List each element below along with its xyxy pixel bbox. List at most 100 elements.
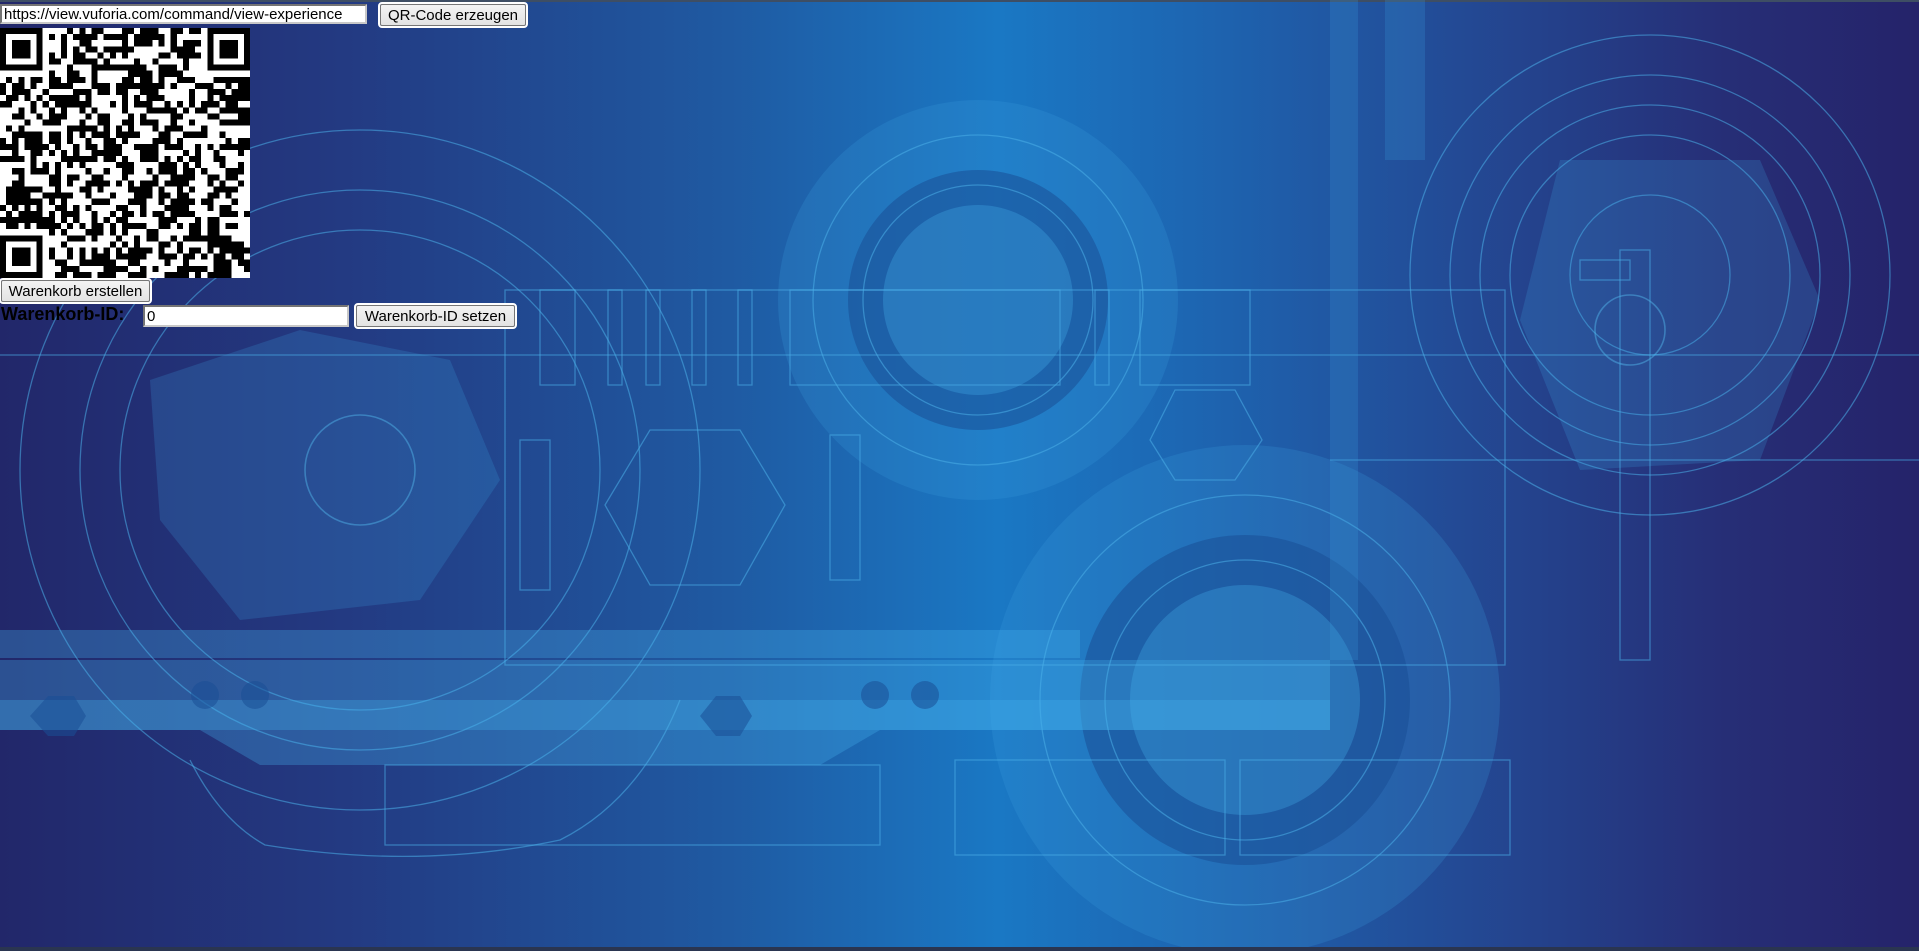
qr-module	[237, 168, 244, 175]
qr-module	[231, 253, 238, 260]
qr-module	[85, 125, 92, 132]
qr-module	[207, 58, 214, 65]
qr-module	[115, 125, 122, 132]
qr-module	[30, 149, 37, 157]
qr-module	[140, 34, 147, 41]
qr-module	[24, 235, 31, 242]
qr-module	[164, 143, 171, 150]
qr-url-input[interactable]	[0, 4, 367, 24]
qr-module	[237, 162, 244, 169]
qr-module	[24, 64, 31, 71]
cart-id-input[interactable]	[143, 305, 349, 327]
qr-module	[103, 113, 110, 120]
qr-module	[18, 131, 25, 138]
qr-module	[243, 28, 250, 35]
qr-module	[164, 131, 171, 138]
qr-module	[207, 34, 214, 41]
qr-module	[97, 88, 104, 96]
qr-module	[158, 95, 165, 102]
qr-module	[54, 259, 61, 266]
qr-module	[176, 137, 183, 144]
generate-qr-code-button[interactable]: QR-Code erzeugen	[378, 2, 528, 28]
qr-module	[24, 223, 31, 230]
qr-module	[207, 247, 214, 254]
qr-module	[60, 52, 68, 59]
qr-module	[48, 217, 55, 224]
create-cart-button[interactable]: Warenkorb erstellen	[0, 278, 152, 304]
qr-module	[30, 143, 37, 150]
qr-module	[36, 198, 43, 205]
qr-module	[103, 271, 110, 278]
qr-module	[18, 168, 25, 175]
qr-module	[103, 156, 110, 163]
qr-module	[164, 70, 171, 77]
qr-module	[219, 162, 226, 169]
qr-module	[18, 259, 25, 266]
qr-module	[30, 64, 37, 71]
qr-module	[30, 137, 37, 144]
qr-module	[231, 101, 238, 108]
qr-module	[128, 113, 135, 120]
qr-module	[243, 210, 250, 218]
qr-module	[97, 198, 104, 205]
qr-module	[24, 137, 31, 144]
qr-module	[12, 137, 19, 144]
qr-module	[128, 162, 135, 169]
qr-module	[182, 64, 190, 71]
qr-module	[231, 46, 238, 53]
qr-module	[12, 168, 19, 175]
qr-module	[91, 174, 98, 181]
qr-module	[243, 34, 250, 41]
qr-module	[30, 131, 37, 138]
qr-module	[18, 88, 25, 96]
qr-module	[60, 107, 68, 114]
qr-module	[243, 95, 250, 102]
qr-module	[121, 28, 129, 35]
qr-module	[158, 107, 165, 114]
qr-module	[152, 174, 159, 181]
qr-module	[6, 95, 13, 102]
qr-module	[48, 52, 55, 59]
qr-module	[85, 46, 92, 53]
set-cart-id-button[interactable]: Warenkorb-ID setzen	[354, 303, 517, 329]
qr-module	[85, 34, 92, 41]
qr-module	[146, 107, 153, 114]
qr-module	[60, 95, 68, 102]
qr-module	[195, 131, 202, 138]
qr-module	[97, 28, 104, 35]
qr-module	[54, 180, 61, 187]
qr-module	[152, 265, 159, 272]
qr-module	[109, 265, 116, 272]
qr-module	[60, 210, 68, 218]
qr-module	[225, 223, 232, 230]
qr-module	[213, 229, 220, 236]
qr-module	[36, 137, 43, 144]
qr-module	[225, 186, 232, 193]
qr-module	[73, 58, 80, 65]
qr-module	[103, 198, 110, 205]
qr-module	[225, 95, 232, 102]
qr-module	[207, 192, 214, 199]
qr-module	[219, 265, 226, 272]
qr-module	[237, 113, 244, 120]
qr-module	[134, 101, 141, 108]
qr-module	[195, 82, 202, 89]
qr-module	[243, 46, 250, 53]
qr-module	[201, 235, 208, 242]
qr-module	[103, 131, 110, 138]
qr-module	[146, 101, 153, 108]
qr-module	[48, 95, 55, 102]
qr-module	[158, 76, 165, 83]
qr-module	[36, 58, 43, 65]
qr-module	[67, 192, 74, 199]
circuit-background-art	[0, 0, 1919, 951]
qr-module	[60, 259, 68, 266]
qr-module	[140, 64, 147, 71]
qr-module	[219, 46, 226, 53]
qr-module	[158, 253, 165, 260]
qr-module	[121, 168, 129, 175]
qr-module	[146, 247, 153, 254]
qr-module	[219, 107, 226, 114]
qr-module	[225, 247, 232, 254]
qr-module	[60, 46, 68, 53]
